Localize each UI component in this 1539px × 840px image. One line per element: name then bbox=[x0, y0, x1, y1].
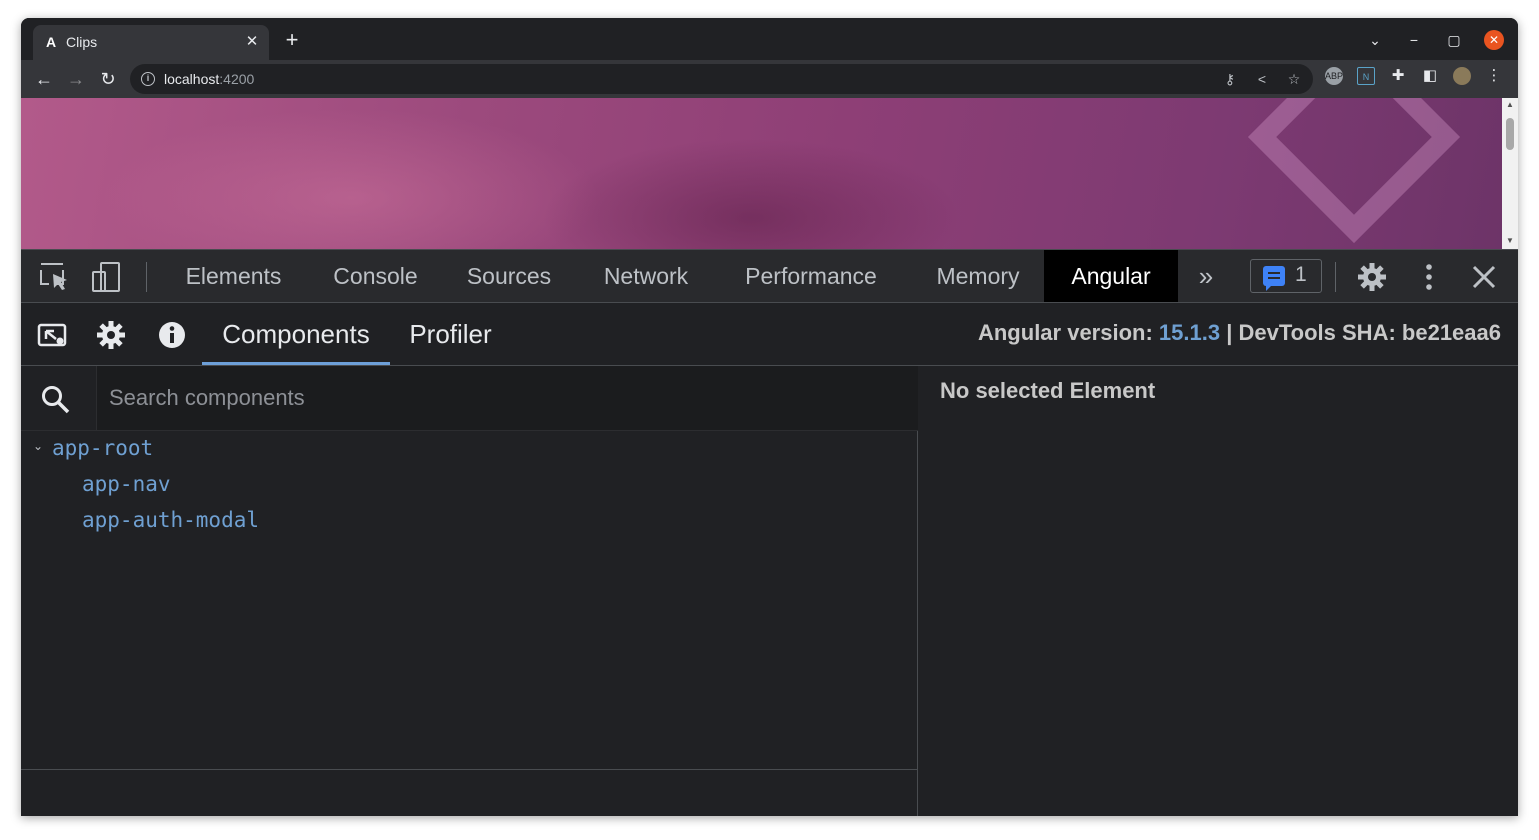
tab-network[interactable]: Network bbox=[587, 250, 705, 302]
tab-elements[interactable]: Elements bbox=[171, 250, 296, 302]
reload-button[interactable]: ↻ bbox=[97, 68, 119, 90]
browser-toolbar: ← → ↻ i localhost:4200 ⚷ < ☆ bbox=[21, 60, 1518, 98]
more-tabs-icon[interactable]: » bbox=[1191, 262, 1221, 292]
adblock-extension-icon[interactable]: ABP bbox=[1325, 67, 1343, 85]
share-icon[interactable]: < bbox=[1254, 71, 1270, 87]
new-tab-button[interactable]: + bbox=[282, 29, 302, 51]
tab-close-icon[interactable]: ✕ bbox=[243, 33, 261, 51]
address-bar[interactable]: i localhost:4200 ⚷ < ☆ bbox=[130, 64, 1313, 94]
tab-title: Clips bbox=[66, 34, 98, 50]
component-tree-panel: ⌄ app-root app-nav app-auth-modal bbox=[21, 366, 918, 816]
devtools-tab-bar: Elements Console Sources Network Perform… bbox=[21, 249, 1518, 303]
bookmark-star-icon[interactable]: ☆ bbox=[1286, 71, 1302, 87]
device-toggle-icon[interactable] bbox=[91, 262, 123, 292]
search-icon bbox=[42, 386, 70, 414]
sha-label: DevTools SHA: bbox=[1238, 320, 1396, 345]
page-viewport bbox=[21, 98, 1502, 249]
info-icon[interactable] bbox=[157, 320, 187, 350]
scroll-down-icon[interactable]: ▼ bbox=[1506, 237, 1514, 245]
angular-devtools-bar: Components Profiler Angular version: 15.… bbox=[21, 303, 1518, 366]
issues-button[interactable]: 1 bbox=[1250, 259, 1322, 293]
forward-button[interactable]: → bbox=[65, 68, 87, 90]
tab-performance[interactable]: Performance bbox=[729, 250, 893, 302]
close-window-button[interactable]: ✕ bbox=[1484, 30, 1504, 50]
maximize-button[interactable]: ▢ bbox=[1444, 30, 1464, 50]
tree-node-app-auth-modal[interactable]: app-auth-modal bbox=[82, 508, 259, 532]
extension-n-icon[interactable]: N bbox=[1357, 67, 1375, 85]
side-panel-icon[interactable]: ◧ bbox=[1421, 67, 1439, 85]
version-label: Angular version: bbox=[977, 320, 1153, 345]
chevron-down-icon[interactable]: ⌄ bbox=[31, 439, 45, 453]
angular-version: 15.1.3 bbox=[1158, 320, 1221, 345]
angular-favicon-icon: A bbox=[45, 34, 57, 50]
background-shadow bbox=[541, 138, 961, 249]
chrome-menu-icon[interactable]: ⋮ bbox=[1485, 67, 1503, 85]
tab-sources[interactable]: Sources bbox=[455, 250, 563, 302]
settings-gear-icon[interactable] bbox=[96, 320, 126, 350]
site-info-icon[interactable]: i bbox=[141, 72, 155, 86]
tab-strip: A Clips ✕ + ⌄ − ▢ ✕ bbox=[21, 18, 1518, 60]
inspect-element-icon[interactable] bbox=[39, 262, 71, 292]
divider bbox=[146, 262, 147, 292]
url-text: localhost:4200 bbox=[164, 71, 255, 87]
tab-profiler[interactable]: Profiler bbox=[390, 303, 511, 365]
tab-memory[interactable]: Memory bbox=[917, 250, 1039, 302]
diamond-logo bbox=[1247, 98, 1461, 244]
tree-node-app-root[interactable]: app-root bbox=[52, 436, 153, 460]
tab-angular[interactable]: Angular bbox=[1044, 250, 1178, 302]
scroll-up-icon[interactable]: ▲ bbox=[1506, 101, 1514, 109]
back-button[interactable]: ← bbox=[33, 68, 55, 90]
version-separator: | bbox=[1226, 320, 1233, 345]
empty-selection-message: No selected Element bbox=[940, 378, 1156, 403]
properties-panel: No selected Element bbox=[919, 366, 1518, 816]
tab-search-icon[interactable]: ⌄ bbox=[1365, 30, 1385, 50]
background-image bbox=[101, 108, 601, 249]
version-info: Angular version: 15.1.3 | DevTools SHA: … bbox=[978, 320, 1501, 346]
divider bbox=[1335, 262, 1336, 292]
browser-window: A Clips ✕ + ⌄ − ▢ ✕ ← → ↻ i localhost:42… bbox=[21, 18, 1518, 816]
settings-gear-icon[interactable] bbox=[1357, 262, 1387, 292]
profile-avatar[interactable] bbox=[1453, 67, 1471, 85]
kebab-menu-icon[interactable] bbox=[1414, 262, 1444, 292]
minimize-button[interactable]: − bbox=[1404, 30, 1424, 50]
inspect-component-icon[interactable] bbox=[37, 320, 67, 350]
devtools-sha: be21eaa6 bbox=[1401, 320, 1501, 345]
browser-tab[interactable]: A Clips ✕ bbox=[33, 25, 269, 60]
close-devtools-icon[interactable] bbox=[1469, 262, 1499, 292]
issues-count: 1 bbox=[1295, 263, 1307, 286]
search-input[interactable] bbox=[96, 366, 918, 430]
page-scrollbar[interactable]: ▲ ▼ bbox=[1502, 98, 1518, 249]
tree-node-app-nav[interactable]: app-nav bbox=[82, 472, 171, 496]
message-icon bbox=[1263, 266, 1285, 291]
extensions-puzzle-icon[interactable]: ✚ bbox=[1389, 67, 1407, 85]
breadcrumb-footer bbox=[21, 769, 918, 816]
tab-console[interactable]: Console bbox=[320, 250, 431, 302]
component-search bbox=[21, 366, 918, 431]
tab-components[interactable]: Components bbox=[202, 303, 390, 365]
scrollbar-thumb[interactable] bbox=[1506, 118, 1514, 150]
password-key-icon[interactable]: ⚷ bbox=[1222, 71, 1238, 87]
